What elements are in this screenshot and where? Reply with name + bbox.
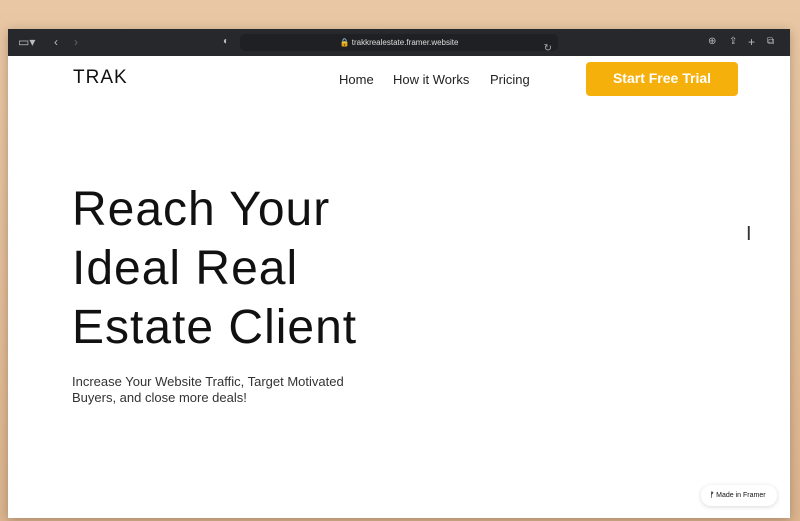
nav-pricing[interactable]: Pricing bbox=[490, 72, 530, 87]
framer-icon: ᚠ bbox=[710, 492, 715, 499]
hero-subtitle: Increase Your Website Traffic, Target Mo… bbox=[72, 374, 344, 405]
download-icon[interactable]: ⊕ bbox=[708, 36, 716, 47]
badge-label: Made in Framer bbox=[716, 492, 766, 499]
hero-title: Reach Your Ideal Real Estate Client bbox=[72, 183, 358, 354]
start-free-trial-button[interactable]: Start Free Trial bbox=[586, 62, 738, 96]
site-logo[interactable]: TRAK bbox=[73, 67, 128, 89]
address-bar[interactable]: 🔒 trakkrealestate.framer.website ↻ bbox=[240, 34, 558, 54]
new-tab-icon[interactable]: + bbox=[748, 35, 755, 49]
text-cursor-icon: I bbox=[746, 223, 752, 245]
nav-how-it-works[interactable]: How it Works bbox=[393, 72, 469, 87]
browser-window: ▭▾ ‹ › ◐ 🔒 trakkrealestate.framer.websit… bbox=[8, 29, 790, 518]
made-in-framer-badge[interactable]: ᚠ Made in Framer bbox=[701, 485, 777, 506]
forward-icon[interactable]: › bbox=[74, 35, 78, 49]
share-icon[interactable]: ⇪ bbox=[729, 36, 737, 47]
nav-home[interactable]: Home bbox=[339, 72, 374, 87]
sidebar-toggle-icon[interactable]: ▭▾ bbox=[18, 35, 35, 49]
back-icon[interactable]: ‹ bbox=[54, 35, 58, 49]
privacy-shield-icon[interactable]: ◐ bbox=[223, 36, 229, 47]
url-text: trakkrealestate.framer.website bbox=[351, 38, 459, 47]
reload-icon[interactable]: ↻ bbox=[544, 40, 552, 57]
tabs-overview-icon[interactable]: ⧉ bbox=[767, 36, 774, 47]
browser-toolbar: ▭▾ ‹ › ◐ 🔒 trakkrealestate.framer.websit… bbox=[8, 29, 790, 56]
